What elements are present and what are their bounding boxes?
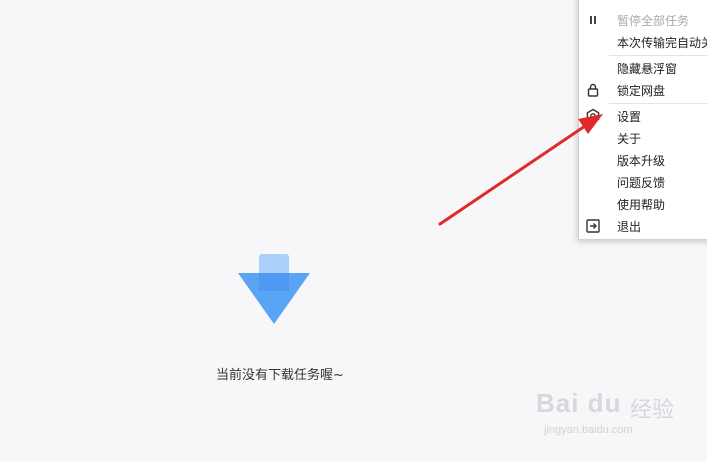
menu-item-cut-off: ​ [579, 0, 707, 1]
menu-separator [609, 55, 707, 56]
menu-separator [609, 103, 707, 104]
menu-item-version-upgrade[interactable]: 版本升级 [579, 149, 707, 171]
menu-item-help[interactable]: 使用帮助 [579, 193, 707, 215]
download-arrow-icon [238, 254, 310, 324]
pause-icon [585, 12, 601, 28]
menu-item-feedback[interactable]: 问题反馈 [579, 171, 707, 193]
lock-icon [585, 82, 601, 98]
watermark-url: jingyan.baidu.com [544, 424, 633, 436]
menu-item-about[interactable]: 关于 [579, 127, 707, 149]
gear-icon [585, 108, 601, 124]
menu-item-settings[interactable]: 设置 [579, 105, 707, 127]
baidu-jingyan-watermark: Bai du 经验 jingyan.baidu.com [530, 388, 700, 458]
watermark-site-name: 经验 [630, 398, 675, 423]
exit-icon [585, 218, 601, 234]
menu-item-exit[interactable]: 退出 [579, 215, 707, 237]
settings-menu: ​ 暂停全部任务 本次传输完自动关机 隐藏悬浮窗 锁定网盘 设置 关于 版本升级… [578, 0, 707, 240]
menu-item-pause-all[interactable]: 暂停全部任务 [579, 9, 707, 31]
menu-item-auto-shutdown[interactable]: 本次传输完自动关机 [579, 31, 707, 53]
empty-state-message: 当前没有下载任务喔~ [216, 368, 344, 383]
baidu-logo: Bai du [536, 388, 622, 418]
menu-item-hide-float-window[interactable]: 隐藏悬浮窗 [579, 57, 707, 79]
menu-item-lock-netdisk[interactable]: 锁定网盘 [579, 79, 707, 101]
